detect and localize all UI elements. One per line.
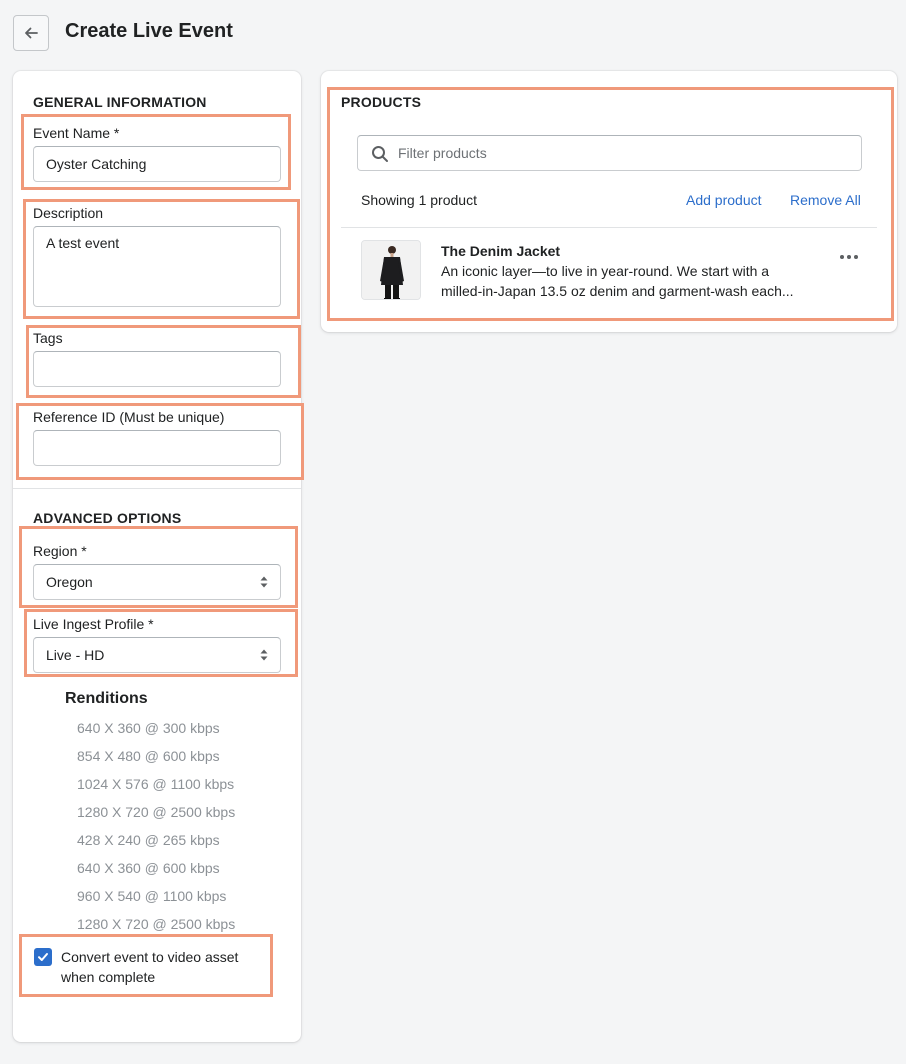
highlight-box-event-name xyxy=(21,114,291,190)
rendition-item: 960 X 540 @ 1100 kbps xyxy=(77,888,227,904)
rendition-item: 1280 X 720 @ 2500 kbps xyxy=(77,804,236,820)
back-button[interactable] xyxy=(13,15,49,51)
highlight-box-region xyxy=(19,526,298,608)
highlight-box-tags xyxy=(26,325,301,398)
highlight-box-description xyxy=(23,199,300,319)
page-title: Create Live Event xyxy=(65,20,233,42)
highlight-box-ingest-profile xyxy=(24,609,298,677)
renditions-heading: Renditions xyxy=(65,690,148,707)
section-divider xyxy=(13,488,301,489)
highlight-box-reference-id xyxy=(16,403,304,480)
general-information-heading: GENERAL INFORMATION xyxy=(33,94,207,110)
rendition-item: 640 X 360 @ 600 kbps xyxy=(77,860,220,876)
highlight-box-products xyxy=(327,87,894,321)
arrow-left-icon xyxy=(25,27,38,39)
highlight-box-convert xyxy=(19,934,273,997)
rendition-item: 640 X 360 @ 300 kbps xyxy=(77,720,220,736)
rendition-item: 428 X 240 @ 265 kbps xyxy=(77,832,220,848)
advanced-options-heading: ADVANCED OPTIONS xyxy=(33,510,182,526)
rendition-item: 854 X 480 @ 600 kbps xyxy=(77,748,220,764)
rendition-item: 1280 X 720 @ 2500 kbps xyxy=(77,916,236,932)
rendition-item: 1024 X 576 @ 1100 kbps xyxy=(77,776,235,792)
